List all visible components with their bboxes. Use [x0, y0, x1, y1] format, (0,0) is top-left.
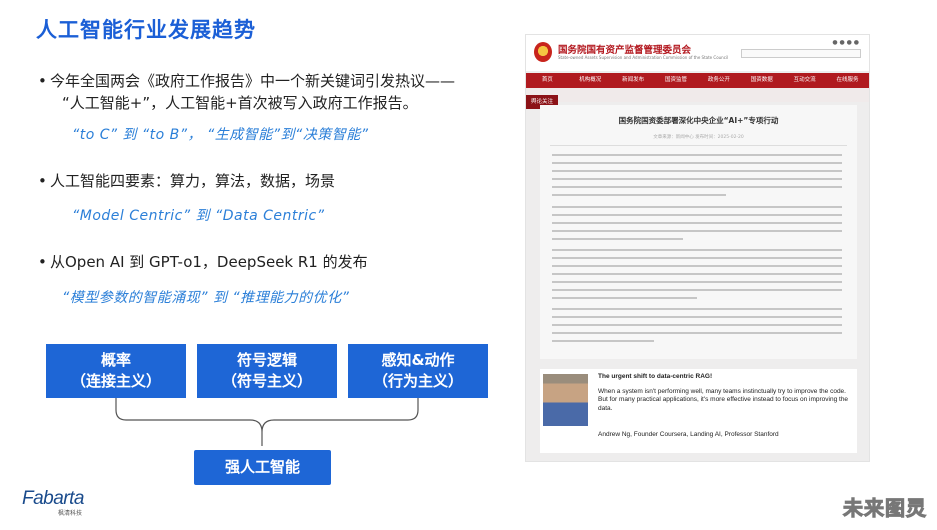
bullet-quote-reasoning: “模型参数的智能涌现” 到 “推理能力的优化” — [62, 290, 350, 306]
card-quote: When a system isn't performing well, man… — [598, 387, 849, 412]
bullet-dot: • — [38, 253, 47, 271]
doc-article: 国务院国资委部署深化中央企业“AI+”专项行动 文章来源：新闻中心 发布时间：2… — [540, 105, 857, 359]
doc-toolbar-icons: ● ● ● ● — [832, 39, 859, 46]
bullet-text: 从Open AI 到 GPT-o1，DeepSeek R1 的发布 — [50, 253, 368, 271]
box-label: 感知&动作 — [381, 351, 455, 369]
bullet-dot: • — [38, 172, 47, 190]
bullet-dot: • — [38, 72, 47, 90]
card-author: Andrew Ng, Founder Coursera, Landing AI,… — [598, 431, 779, 438]
doc-search-input — [741, 49, 861, 58]
slide-title: 人工智能行业发展趋势 — [36, 18, 256, 42]
bullet-quote-data-centric: “Model Centric” 到 “Data Centric” — [72, 208, 325, 224]
national-emblem-icon — [534, 42, 552, 62]
quote-card: The urgent shift to data-centric RAG! Wh… — [540, 369, 857, 453]
doc-nav-item: 国资监管 — [665, 77, 688, 83]
doc-sub-nav: 舆论关注 — [526, 88, 869, 109]
policy-document-screenshot: 国务院国有资产监督管理委员会 State-owned Assets Superv… — [525, 34, 870, 462]
bullet-two-sessions: • 今年全国两会《政府工作报告》中一个新关键词引发热议—— “人工智能+”，人工… — [38, 70, 490, 114]
logo-text: Fabarta — [22, 488, 84, 509]
doc-article-title: 国务院国资委部署深化中央企业“AI+”专项行动 — [618, 116, 779, 125]
doc-nav-item: 在线服务 — [836, 77, 859, 83]
doc-article-meta: 文章来源：新闻中心 发布时间：2025-02-20 — [653, 135, 744, 140]
doc-header: 国务院国有资产监督管理委员会 State-owned Assets Superv… — [526, 35, 869, 71]
box-label: 概率 — [100, 351, 131, 369]
card-text: The urgent shift to data-centric RAG! Wh… — [598, 373, 850, 413]
company-logo: Fabarta 枫清科技 — [22, 488, 84, 517]
bullet-quote-to-c-to-b: “to C” 到 “to B”， “生成智能”到“决策智能” — [72, 127, 369, 143]
doc-nav-item: 政务公开 — [707, 77, 730, 83]
doc-paragraph — [552, 206, 842, 246]
doc-org-name-en: State-owned Assets Supervision and Admin… — [558, 55, 729, 60]
doc-org-name: 国务院国有资产监督管理委员会 — [558, 45, 692, 56]
doc-nav-item: 国资数据 — [750, 77, 773, 83]
bullet-four-elements: • 人工智能四要素：算力，算法，数据，场景 — [38, 170, 336, 192]
logo-subtext: 枫清科技 — [58, 510, 83, 517]
doc-paragraph — [552, 308, 842, 348]
author-photo — [543, 374, 588, 426]
box-sublabel: （行为主义） — [372, 372, 463, 390]
doc-nav-item: 新闻发布 — [622, 77, 645, 83]
bullet-model-releases: • 从Open AI 到 GPT-o1，DeepSeek R1 的发布 — [38, 251, 368, 273]
box-strong-ai: 强人工智能 — [194, 450, 331, 485]
card-headline: The urgent shift to data-centric RAG! — [598, 373, 713, 380]
doc-divider — [550, 145, 847, 146]
bullet-text: 人工智能四要素：算力，算法，数据，场景 — [50, 172, 336, 190]
box-sublabel: （连接主义） — [70, 372, 161, 390]
box-symbolism: 符号逻辑 （符号主义） — [197, 344, 337, 398]
watermark: 未来图灵 — [843, 496, 927, 521]
doc-paragraph — [552, 154, 842, 202]
box-label: 符号逻辑 — [236, 351, 297, 369]
box-sublabel: （符号主义） — [221, 372, 312, 390]
doc-nav-item: 互动交流 — [793, 77, 816, 83]
doc-nav-item: 首页 — [541, 77, 553, 83]
doc-nav-item: 机构概况 — [579, 77, 602, 83]
doc-nav-bar: 首页 机构概况 新闻发布 国资监管 政务公开 国资数据 互动交流 在线服务 — [526, 73, 869, 88]
bullet-text-line1: 今年全国两会《政府工作报告》中一个新关键词引发热议—— — [50, 72, 456, 90]
box-behaviorism: 感知&动作 （行为主义） — [348, 344, 488, 398]
bullet-text-line2: “人工智能+”，人工智能+首次被写入政府工作报告。 — [62, 94, 418, 112]
doc-paragraph — [552, 249, 842, 305]
box-connectionism: 概率 （连接主义） — [46, 344, 186, 398]
